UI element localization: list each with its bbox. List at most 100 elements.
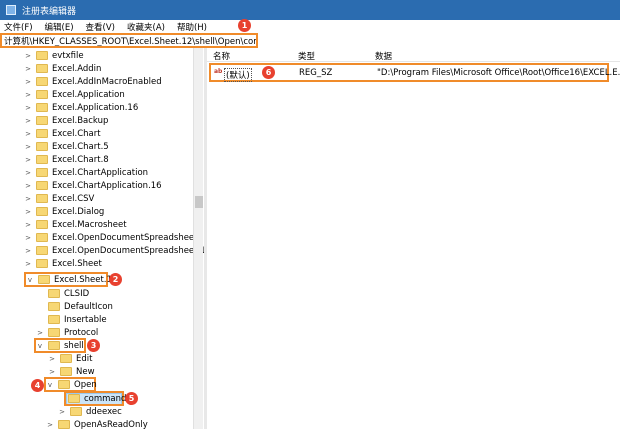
tree-item-shell[interactable]: v shell <box>36 339 84 352</box>
chevron-right-icon[interactable]: > <box>24 221 32 229</box>
tree-item-evtxfile[interactable]: > evtxfile <box>24 49 84 62</box>
tree-item-excel-application[interactable]: > Excel.Application <box>24 88 125 101</box>
folder-icon <box>36 155 48 164</box>
folder-icon <box>48 328 60 337</box>
chevron-right-icon[interactable]: > <box>24 195 32 203</box>
folder-icon <box>36 129 48 138</box>
chevron-right-icon[interactable]: > <box>24 91 32 99</box>
step-badge-3: 3 <box>87 339 100 352</box>
tree-item-excel-dialog[interactable]: > Excel.Dialog <box>24 205 104 218</box>
chevron-right-icon[interactable]: > <box>24 143 32 151</box>
tree-scrollbar[interactable] <box>193 48 203 429</box>
folder-icon <box>36 207 48 216</box>
folder-icon <box>36 90 48 99</box>
chevron-right-icon[interactable]: > <box>24 78 32 86</box>
chevron-right-icon[interactable]: > <box>24 234 32 242</box>
chevron-right-icon[interactable]: > <box>48 355 56 363</box>
tree-item-excel-chart-8[interactable]: > Excel.Chart.8 <box>24 153 109 166</box>
menu-favorites[interactable]: 收藏夹(A) <box>127 21 165 33</box>
step-badge-6: 6 <box>262 66 275 79</box>
value-type: REG_SZ <box>299 68 333 78</box>
tree-item-edit[interactable]: > Edit <box>48 352 92 365</box>
folder-icon <box>48 289 60 298</box>
tree-item-excel-sheet-12[interactable]: v Excel.Sheet.12 <box>26 273 117 286</box>
tree-item-defaulticon[interactable]: DefaultIcon <box>48 300 113 313</box>
folder-icon <box>36 77 48 86</box>
scrollbar-thumb[interactable] <box>195 196 203 208</box>
folder-icon <box>36 220 48 229</box>
folder-icon <box>60 354 72 363</box>
folder-icon <box>36 64 48 73</box>
tree-item-excel-addinmacroenabled[interactable]: > Excel.AddInMacroEnabled <box>24 75 162 88</box>
tree-item-excel-opendocumentspreadsheet[interactable]: > Excel.OpenDocumentSpreadsheet <box>24 231 197 244</box>
tree-item-excel-macrosheet[interactable]: > Excel.Macrosheet <box>24 218 127 231</box>
folder-icon <box>48 315 60 324</box>
tree-item-excel-addin[interactable]: > Excel.Addin <box>24 62 101 75</box>
pane-splitter[interactable] <box>204 48 207 429</box>
chevron-down-icon[interactable]: v <box>46 381 54 389</box>
chevron-right-icon[interactable]: > <box>24 117 32 125</box>
menu-file[interactable]: 文件(F) <box>4 21 33 33</box>
tree-item-excel-chart-5[interactable]: > Excel.Chart.5 <box>24 140 109 153</box>
tree-item-excel-chartapplication-16[interactable]: > Excel.ChartApplication.16 <box>24 179 162 192</box>
menu-view[interactable]: 查看(V) <box>86 21 115 33</box>
column-header-type[interactable]: 类型 <box>298 50 315 62</box>
tree-item-excel-backup[interactable]: > Excel.Backup <box>24 114 108 127</box>
chevron-right-icon[interactable]: > <box>24 156 32 164</box>
folder-icon <box>36 51 48 60</box>
values-list-header: 名称 类型 数据 <box>207 48 620 62</box>
title-bar: 注册表编辑器 <box>0 0 620 20</box>
chevron-right-icon[interactable]: > <box>58 408 66 416</box>
folder-icon <box>48 302 60 311</box>
folder-icon <box>36 168 48 177</box>
chevron-right-icon[interactable]: > <box>24 260 32 268</box>
folder-open-icon <box>58 380 70 389</box>
chevron-right-icon[interactable]: > <box>24 208 32 216</box>
tree-item-ddeexec[interactable]: > ddeexec <box>58 405 122 418</box>
registry-tree[interactable]: > evtxfile > Excel.Addin > Excel.AddInMacro… <box>0 48 204 429</box>
tree-item-excel-csv[interactable]: > Excel.CSV <box>24 192 94 205</box>
chevron-right-icon[interactable]: > <box>24 130 32 138</box>
step-badge-4: 4 <box>31 379 44 392</box>
chevron-down-icon[interactable]: v <box>36 342 44 350</box>
chevron-right-icon[interactable]: > <box>48 368 56 376</box>
step-badge-1: 1 <box>238 19 251 32</box>
tree-item-excel-sheet[interactable]: > Excel.Sheet <box>24 257 102 270</box>
tree-item-excel-chart[interactable]: > Excel.Chart <box>24 127 101 140</box>
chevron-right-icon[interactable]: > <box>24 182 32 190</box>
column-header-name[interactable]: 名称 <box>213 50 230 62</box>
chevron-right-icon[interactable]: > <box>46 421 54 429</box>
tree-item-open[interactable]: v Open <box>46 378 97 391</box>
chevron-right-icon[interactable]: > <box>24 52 32 60</box>
chevron-right-icon[interactable]: > <box>24 65 32 73</box>
column-header-data[interactable]: 数据 <box>375 50 392 62</box>
folder-icon <box>36 181 48 190</box>
tree-item-insertable[interactable]: Insertable <box>48 313 107 326</box>
folder-icon <box>36 116 48 125</box>
tree-item-excel-opendocumentspreadsheet-12[interactable]: > Excel.OpenDocumentSpreadsheet.12 <box>24 244 204 257</box>
chevron-down-icon[interactable]: v <box>26 276 34 284</box>
step-badge-5: 5 <box>125 392 138 405</box>
value-data: "D:\Program Files\Microsoft Office\Root\… <box>377 68 620 78</box>
address-bar[interactable]: 计算机\HKEY_CLASSES_ROOT\Excel.Sheet.12\she… <box>0 33 258 48</box>
menu-help[interactable]: 帮助(H) <box>177 21 207 33</box>
chevron-right-icon[interactable]: > <box>24 169 32 177</box>
menu-edit[interactable]: 编辑(E) <box>45 21 74 33</box>
chevron-right-icon[interactable]: > <box>24 104 32 112</box>
folder-icon <box>36 194 48 203</box>
chevron-right-icon[interactable]: > <box>24 247 32 255</box>
window-title: 注册表编辑器 <box>22 6 77 17</box>
folder-icon <box>36 246 48 255</box>
chevron-right-icon[interactable]: > <box>36 329 44 337</box>
tree-item-excel-application-16[interactable]: > Excel.Application.16 <box>24 101 138 114</box>
value-name: (默认) <box>224 68 252 82</box>
folder-icon <box>36 233 48 242</box>
tree-item-openasreadonly[interactable]: > OpenAsReadOnly <box>46 418 148 429</box>
folder-icon <box>36 142 48 151</box>
tree-item-clsid[interactable]: CLSID <box>48 287 89 300</box>
tree-item-command[interactable]: command <box>68 392 126 405</box>
folder-icon <box>68 394 80 403</box>
folder-icon <box>70 407 82 416</box>
tree-item-excel-chartapplication[interactable]: > Excel.ChartApplication <box>24 166 148 179</box>
folder-icon <box>36 259 48 268</box>
